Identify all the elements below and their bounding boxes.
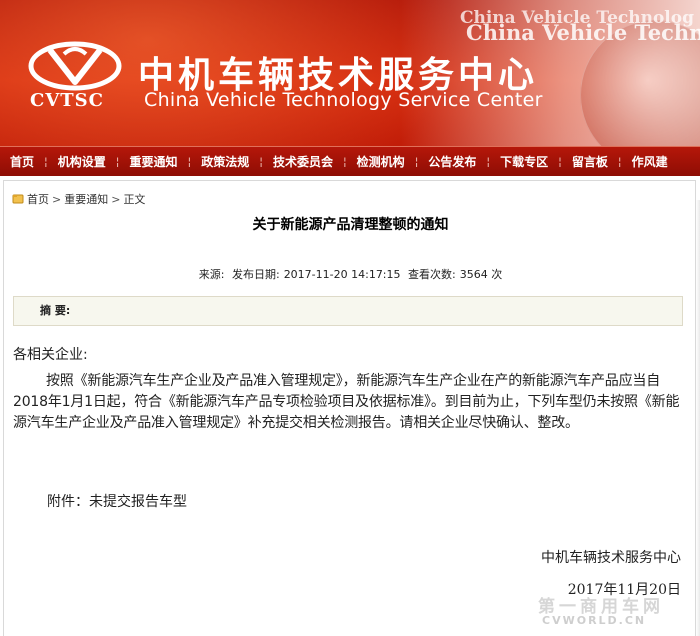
site-name-en: China Vehicle Technology Service Center [144, 89, 543, 111]
salutation: 各相关企业: [13, 347, 88, 363]
header-banner: China Vehicle Technolog China Vehicle Te… [0, 0, 700, 146]
content-frame: 首页 > 重要通知 > 正文 关于新能源产品清理整顿的通知 来源: 发布日期: 2… [3, 180, 696, 636]
scrollbar-edge[interactable] [696, 200, 700, 636]
body-paragraph: 按照《新能源汽车生产企业及产品准入管理规定》，新能源汽车生产企业在产的新能源汽车… [13, 373, 680, 431]
breadcrumb-section-link[interactable]: 重要通知 [64, 191, 108, 207]
nav-item-notices[interactable]: 重要通知 [119, 147, 187, 176]
article-meta: 来源: 发布日期: 2017-11-20 14:17:15 查看次数: 3564 次 [4, 266, 697, 282]
date-value: 2017-11-20 14:17:15 [283, 268, 401, 281]
summary-label: 摘 要: [40, 304, 71, 317]
nav-item-testing[interactable]: 检测机构 [347, 147, 415, 176]
nav-item-announcements[interactable]: 公告发布 [418, 147, 486, 176]
breadcrumb: 首页 > 重要通知 > 正文 [12, 191, 145, 207]
source-label: 来源: [198, 268, 225, 281]
views-label: 查看次数: [408, 268, 456, 281]
sign-date: 2017年11月20日 [567, 582, 681, 598]
article-body: 各相关企业: 按照《新能源汽车生产企业及产品准入管理规定》，新能源汽车生产企业在… [13, 345, 685, 434]
cvtsc-logo-icon[interactable] [28, 40, 122, 92]
nav-item-guestbook[interactable]: 留言板 [562, 147, 618, 176]
date-label: 发布日期: [231, 268, 280, 281]
nav-item-conduct[interactable]: 作风建 [622, 147, 678, 176]
nav-item-tech-committee[interactable]: 技术委员会 [263, 147, 343, 176]
breadcrumb-separator: > [52, 192, 62, 206]
breadcrumb-current: 正文 [123, 193, 146, 206]
views-value: 3564 次 [459, 268, 503, 281]
nav-item-organization[interactable]: 机构设置 [48, 147, 116, 176]
attachment-line[interactable]: 附件：未提交报告车型 [47, 491, 187, 511]
home-icon [12, 194, 24, 204]
summary-box: 摘 要: [13, 296, 683, 326]
breadcrumb-separator: > [111, 192, 121, 206]
breadcrumb-home-link[interactable]: 首页 [27, 191, 49, 207]
article-title: 关于新能源产品清理整顿的通知 [252, 217, 449, 233]
nav-item-downloads[interactable]: 下载专区 [490, 147, 558, 176]
banner-english-large: China Vehicle Technolo [466, 20, 700, 45]
nav-item-policies[interactable]: 政策法规 [191, 147, 259, 176]
main-nav: 首页 ¦ 机构设置 ¦ 重要通知 ¦ 政策法规 ¦ 技术委员会 ¦ 检测机构 ¦… [0, 146, 700, 176]
logo-text: CVTSC [30, 90, 105, 111]
nav-item-home[interactable]: 首页 [0, 147, 44, 176]
signature: 中机车辆技术服务中心 [541, 550, 681, 566]
